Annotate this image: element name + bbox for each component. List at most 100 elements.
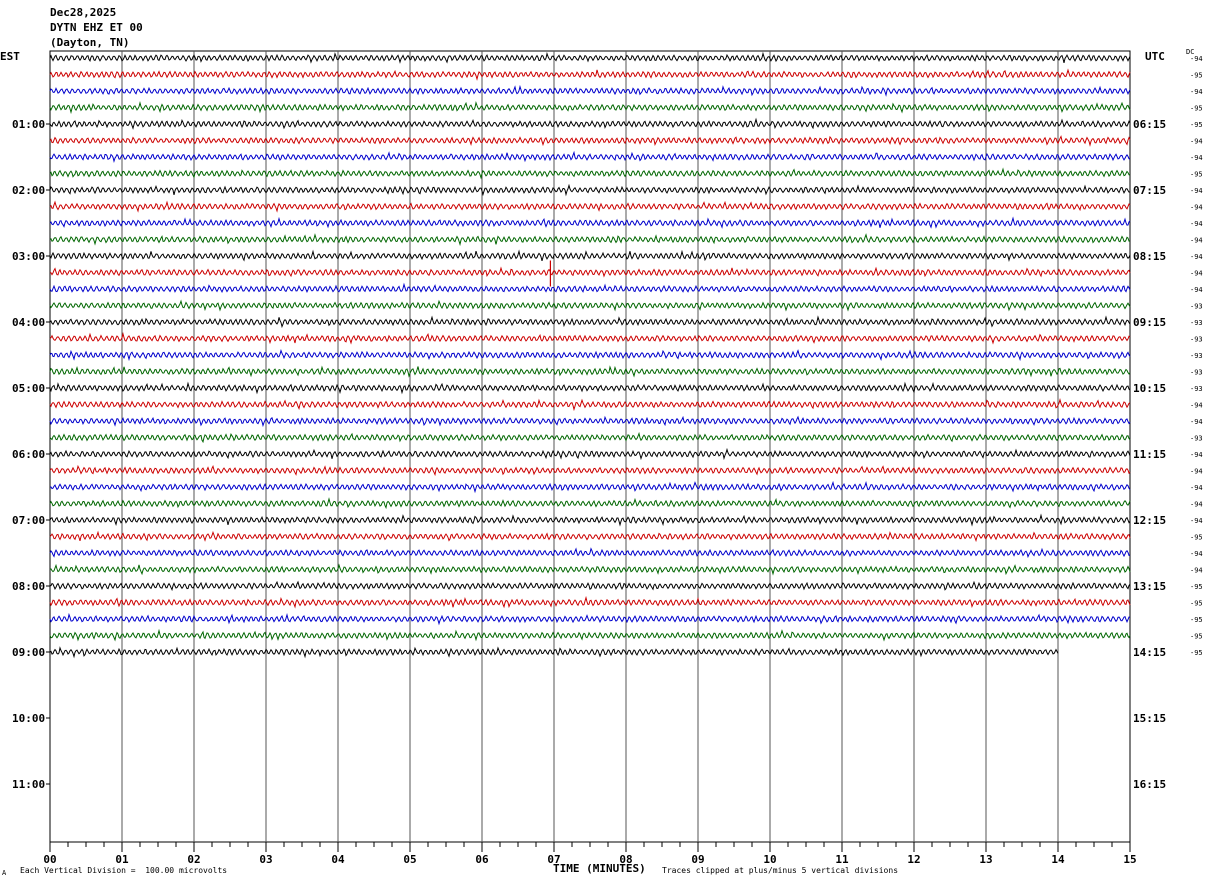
dc-offset-label: -94 xyxy=(1190,484,1203,492)
seismic-trace xyxy=(49,84,1131,97)
dc-offset-label: -95 xyxy=(1190,616,1203,624)
seismic-trace xyxy=(49,365,1131,378)
seismic-trace xyxy=(49,282,1131,294)
seismic-trace xyxy=(49,381,1131,395)
dc-offset-label: -95 xyxy=(1190,633,1203,641)
seismic-trace xyxy=(49,117,1131,130)
x-tick-label: 05 xyxy=(403,853,416,866)
dc-offset-label: -95 xyxy=(1190,72,1203,80)
seismic-trace xyxy=(49,331,1131,345)
utc-hour-label: 16:15 xyxy=(1133,778,1166,791)
dc-offset-label: -94 xyxy=(1190,138,1203,146)
x-tick-label: 00 xyxy=(43,853,56,866)
dc-offset-label: -94 xyxy=(1190,270,1203,278)
dc-offset-label: -95 xyxy=(1190,121,1203,129)
dc-offset-label: -94 xyxy=(1190,451,1203,459)
seismic-trace xyxy=(49,530,1131,543)
seismic-trace xyxy=(49,348,1131,362)
seismic-trace xyxy=(49,547,1131,559)
est-hour-label: 06:00 xyxy=(12,448,45,461)
utc-hour-label: 08:15 xyxy=(1133,250,1166,263)
dc-offset-label: -94 xyxy=(1190,204,1203,212)
x-tick-label: 12 xyxy=(907,853,920,866)
est-axis-label: EST xyxy=(0,50,20,63)
seismic-trace xyxy=(50,480,1131,494)
scale-note: Each Vertical Division = 100.00 microvol… xyxy=(20,866,228,875)
dc-offset-label: -95 xyxy=(1190,583,1203,591)
utc-hour-label: 14:15 xyxy=(1133,646,1166,659)
seismic-trace xyxy=(49,299,1131,312)
dc-offset-label: -94 xyxy=(1190,418,1203,426)
utc-hour-label: 11:15 xyxy=(1133,448,1166,461)
seismic-trace xyxy=(49,497,1131,510)
date-label: Dec28,2025 xyxy=(50,6,117,19)
seismic-trace xyxy=(49,216,1131,229)
dc-offset-label: -95 xyxy=(1190,105,1203,113)
utc-hour-label: 12:15 xyxy=(1133,514,1166,527)
seismic-trace xyxy=(49,150,1131,164)
dc-offset-label: -93 xyxy=(1190,435,1203,443)
seismic-trace xyxy=(49,612,1131,626)
dc-offset-label: -94 xyxy=(1190,237,1203,245)
est-hour-label: 04:00 xyxy=(12,316,45,329)
dc-offset-label: -94 xyxy=(1190,567,1203,575)
footer-mark: A xyxy=(2,869,7,877)
x-tick-label: 03 xyxy=(259,853,272,866)
seismic-trace xyxy=(49,464,1131,477)
seismic-trace xyxy=(49,51,1131,64)
seismic-trace xyxy=(49,397,1131,412)
x-tick-label: 14 xyxy=(1051,853,1065,866)
x-tick-label: 01 xyxy=(115,853,129,866)
x-tick-label: 09 xyxy=(691,853,704,866)
dc-offset-label: -94 xyxy=(1190,154,1203,162)
dc-offset-label: -93 xyxy=(1190,352,1203,360)
seismic-trace xyxy=(49,315,1131,329)
dc-offset-label: -95 xyxy=(1190,649,1203,657)
x-tick-label: 04 xyxy=(331,853,345,866)
seismic-trace xyxy=(49,595,1131,609)
seismic-trace xyxy=(49,183,1131,197)
dc-offset-label: -93 xyxy=(1190,319,1203,327)
dc-offset-label: -94 xyxy=(1190,550,1203,558)
est-hour-label: 03:00 xyxy=(12,250,45,263)
x-tick-label: 06 xyxy=(475,853,489,866)
plot-frame xyxy=(49,50,1131,843)
dc-offset-label: -94 xyxy=(1190,286,1203,294)
dc-offset-label: -94 xyxy=(1190,517,1203,525)
seismic-trace xyxy=(49,447,1131,461)
est-hour-label: 09:00 xyxy=(12,646,45,659)
est-hour-label: 08:00 xyxy=(12,580,45,593)
seismic-trace xyxy=(49,233,1130,247)
est-hour-label: 05:00 xyxy=(12,382,45,395)
utc-hour-label: 06:15 xyxy=(1133,118,1166,131)
seismic-trace xyxy=(49,100,1131,115)
dc-offset-label: -94 xyxy=(1190,187,1203,195)
seismic-trace xyxy=(49,628,1131,642)
seismic-trace xyxy=(49,513,1131,527)
utc-hour-label: 10:15 xyxy=(1133,382,1166,395)
utc-hour-label: 15:15 xyxy=(1133,712,1166,725)
dc-offset-label: -94 xyxy=(1190,402,1203,410)
dc-offset-label: -93 xyxy=(1190,303,1203,311)
seismic-trace xyxy=(49,167,1131,180)
est-hour-label: 07:00 xyxy=(12,514,45,527)
dc-offset-label: -94 xyxy=(1190,253,1203,261)
dc-label: DC xyxy=(1186,48,1195,56)
seismic-trace xyxy=(49,266,1131,278)
dc-offset-label: -95 xyxy=(1190,534,1203,542)
seismic-trace xyxy=(49,68,1131,81)
clip-note: Traces clipped at plus/minus 5 vertical … xyxy=(662,866,899,875)
est-hour-label: 11:00 xyxy=(12,778,45,791)
utc-axis-label: UTC xyxy=(1145,50,1165,63)
utc-hour-label: 07:15 xyxy=(1133,184,1166,197)
utc-hour-label: 13:15 xyxy=(1133,580,1166,593)
seismic-trace xyxy=(49,415,1131,428)
est-hour-label: 10:00 xyxy=(12,712,45,725)
dc-offset-label: -94 xyxy=(1190,501,1203,509)
est-hour-label: 02:00 xyxy=(12,184,45,197)
dc-offset-label: -94 xyxy=(1190,468,1203,476)
helicorder-plot: 00 01 02 03 04 05 06 07 08 09 10 11 12 13 14 1501:0002:… xyxy=(12,50,1203,866)
seismic-trace xyxy=(49,249,1131,263)
dc-offset-label: -94 xyxy=(1190,55,1203,63)
seismic-trace xyxy=(49,431,1131,444)
